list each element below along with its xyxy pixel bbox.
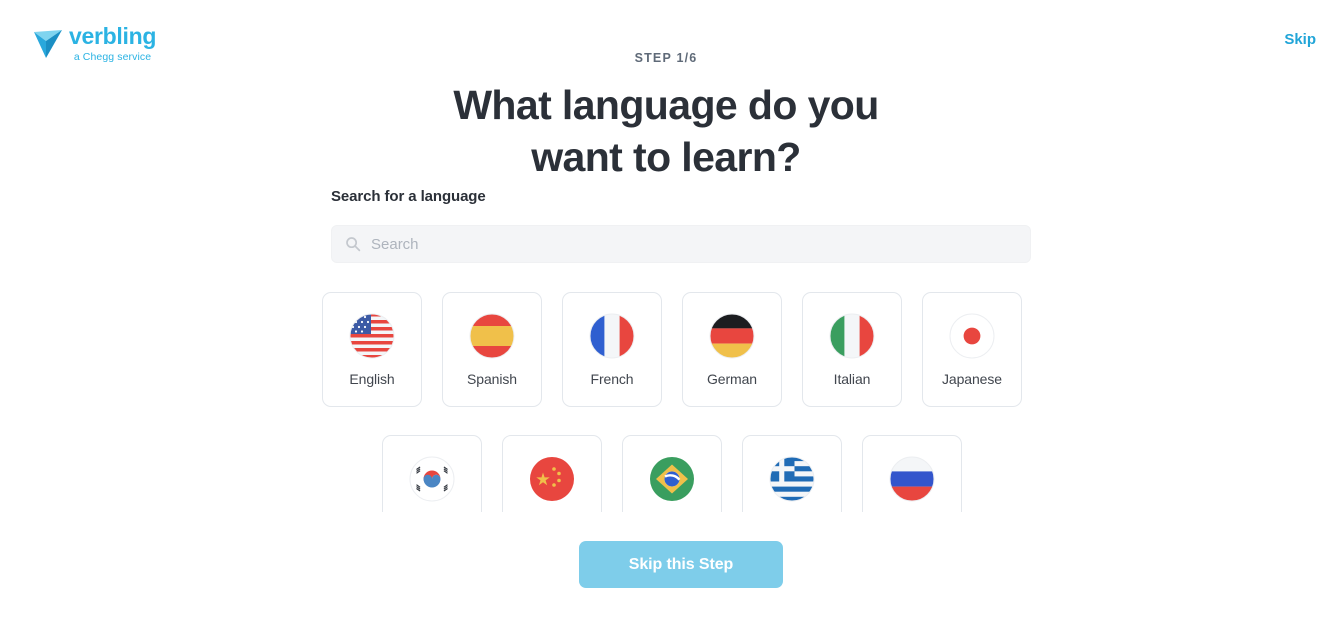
skip-link[interactable]: Skip — [1284, 31, 1316, 48]
flag-us-icon — [349, 313, 395, 358]
step-indicator: STEP 1/6 — [634, 51, 698, 65]
language-card-german[interactable]: German — [682, 292, 782, 407]
search-section: Search for a language — [331, 188, 1031, 263]
language-label: German — [707, 370, 757, 387]
language-label: English — [349, 370, 395, 387]
page-title: What language do you want to learn? — [0, 80, 1332, 183]
flag-es-icon — [469, 313, 515, 358]
flag-jp-icon — [949, 313, 995, 358]
page-title-line-2: want to learn? — [531, 133, 801, 180]
language-list[interactable]: English Spanish French German Italian Ja… — [322, 292, 1032, 512]
language-card-spanish[interactable]: Spanish — [442, 292, 542, 407]
flag-kr-icon — [409, 456, 455, 501]
flag-fr-icon — [589, 313, 635, 358]
language-label: Japanese — [942, 370, 1002, 387]
flag-ru-icon — [889, 456, 935, 501]
language-label: Spanish — [467, 370, 517, 387]
language-card-korean[interactable]: Korean — [382, 435, 482, 512]
flag-br-icon — [650, 456, 694, 501]
language-label: French — [590, 370, 634, 387]
flag-gr-icon — [769, 456, 815, 501]
language-card-japanese[interactable]: Japanese — [922, 292, 1022, 407]
search-label: Search for a language — [331, 188, 486, 205]
language-card-chinese[interactable]: Chinese — [502, 435, 602, 512]
search-icon — [346, 237, 361, 252]
language-card-italian[interactable]: Italian — [802, 292, 902, 407]
page-title-line-1: What language do you — [453, 82, 879, 128]
flag-cn-icon — [530, 456, 574, 501]
onboarding-page: verbling a Chegg service Skip STEP 1/6 W… — [0, 0, 1332, 630]
search-input[interactable] — [332, 226, 1030, 262]
flag-de-icon — [709, 313, 755, 358]
language-label: Italian — [833, 370, 871, 387]
language-card-french[interactable]: French — [562, 292, 662, 407]
language-row-1: English Spanish French German Italian Ja… — [322, 292, 1032, 407]
flag-it-icon — [829, 313, 875, 358]
language-card-portuguese[interactable]: Portuguese — [622, 435, 722, 512]
language-row-2: Korean Chinese — [382, 435, 1032, 512]
language-card-english[interactable]: English — [322, 292, 422, 407]
search-box[interactable] — [331, 225, 1031, 263]
logo-wordmark: verbling — [69, 23, 157, 49]
language-card-russian[interactable]: Russian — [862, 435, 962, 512]
language-card-greek[interactable]: Greek — [742, 435, 842, 512]
skip-this-step-button[interactable]: Skip this Step — [579, 541, 783, 588]
